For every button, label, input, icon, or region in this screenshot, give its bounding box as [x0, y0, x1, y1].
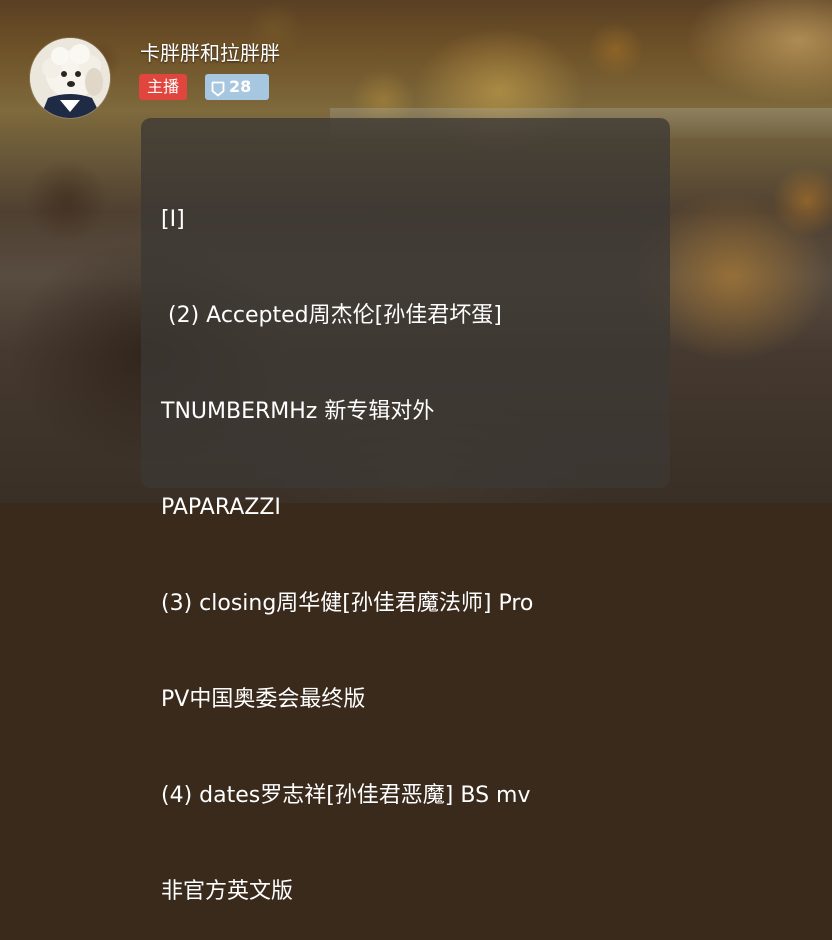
dog-avatar-icon [30, 38, 110, 118]
message-line: TNUMBERMHz 新专辑对外 [161, 399, 435, 424]
message-line: PAPARAZZI [161, 495, 281, 520]
level-badge: 28 [205, 74, 269, 100]
avatar[interactable] [30, 38, 110, 118]
message-text: [I] (2) Accepted周杰伦[孙佳君坏蛋] TNUMBERMHz 新专… [161, 140, 651, 940]
message-line: [I] [161, 207, 185, 232]
message-line: PV中国奥委会最终版 [161, 687, 366, 712]
message-line: 非官方英文版 [161, 879, 294, 904]
username[interactable]: 卡胖胖和拉胖胖 [140, 40, 280, 66]
message-line: (2) Accepted周杰伦[孙佳君坏蛋] [161, 303, 502, 328]
host-badge: 主播 [139, 74, 188, 100]
shield-icon [211, 79, 225, 97]
message-line: (3) closing周华健[孙佳君魔法师] Pro [161, 591, 534, 616]
level-number: 28 [229, 77, 252, 96]
message-line: (4) dates罗志祥[孙佳君恶魔] BS mv [161, 783, 531, 808]
